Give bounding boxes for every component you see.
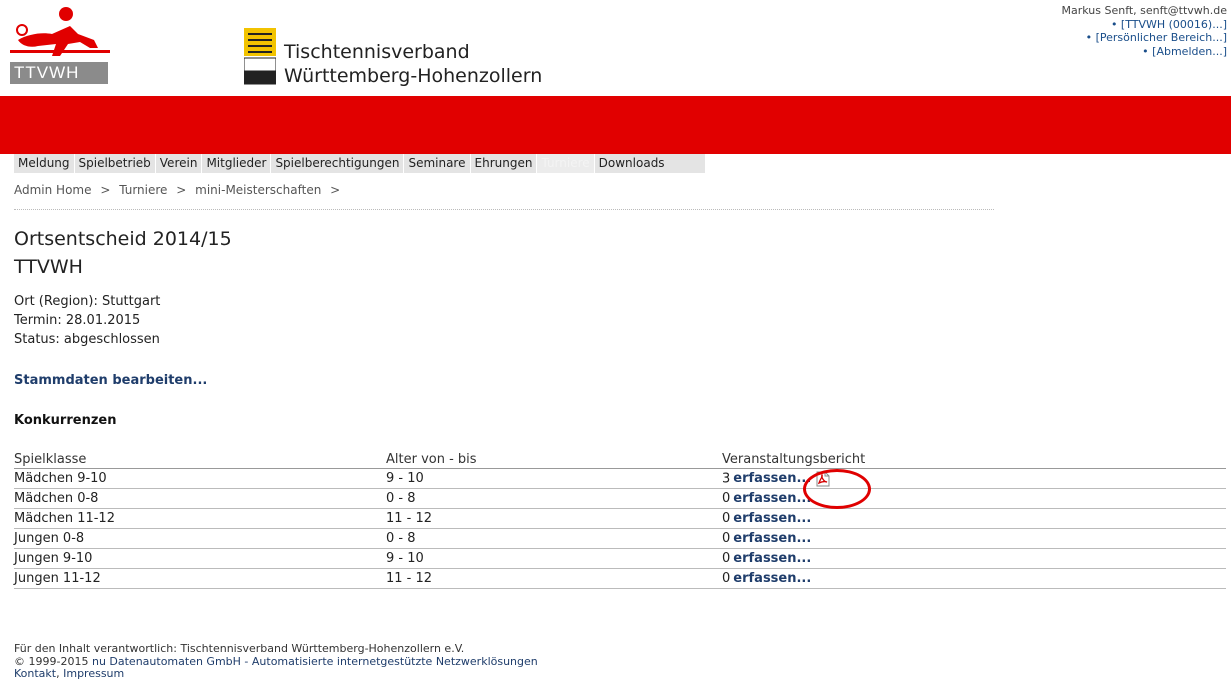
report-count: 0 xyxy=(722,511,731,526)
edit-master-data-link[interactable]: Stammdaten bearbeiten... xyxy=(14,373,207,388)
erfassen-link[interactable]: erfassen... xyxy=(733,511,811,526)
nav-item-verein[interactable]: Verein xyxy=(156,154,203,173)
breadcrumb: Admin Home > Turniere > mini-Meisterscha… xyxy=(14,183,345,197)
cell-spielklasse: Mädchen 9-10 xyxy=(14,468,386,489)
table-row: Jungen 0-8 0 - 8 0 erfassen... xyxy=(14,528,1226,549)
kontakt-link[interactable]: Kontakt xyxy=(14,667,56,680)
highlight-circle xyxy=(803,469,871,509)
table-row: Mädchen 0-8 0 - 8 0 erfassen... xyxy=(14,488,1226,509)
cell-bericht: 0 erfassen... xyxy=(722,528,1226,549)
erfassen-link[interactable]: erfassen... xyxy=(733,471,811,486)
cell-alter: 0 - 8 xyxy=(386,488,722,509)
column-header-alter: Alter von - bis xyxy=(386,450,722,469)
nav-item-spielberechtigungen[interactable]: Spielberechtigungen xyxy=(271,154,405,173)
cell-bericht: 0 erfassen... xyxy=(722,548,1226,569)
federation-line2: Württemberg-Hohenzollern xyxy=(284,65,543,87)
erfassen-link[interactable]: erfassen... xyxy=(733,491,811,506)
coat-of-arms-icon xyxy=(243,28,277,86)
breadcrumb-mini-meisterschaften[interactable]: mini-Meisterschaften xyxy=(195,183,321,197)
page-header: TTVWH Tischtennisverband Württemberg-Hoh… xyxy=(0,0,1231,96)
nav-item-turniere[interactable]: Turniere xyxy=(537,154,595,173)
org-link[interactable]: • [TTVWH (00016)...] xyxy=(1061,18,1227,32)
status-info: Status: abgeschlossen xyxy=(14,332,160,347)
footer: Für den Inhalt verantwortlich: Tischtenn… xyxy=(14,642,538,681)
table-row: Mädchen 9-10 9 - 10 3 erfassen... xyxy=(14,468,1226,489)
cell-alter: 11 - 12 xyxy=(386,508,722,529)
cell-spielklasse: Mädchen 11-12 xyxy=(14,508,386,529)
cell-bericht: 0 erfassen... xyxy=(722,488,1226,509)
breadcrumb-separator: > xyxy=(330,183,341,197)
user-box: Markus Senft, senft@ttvwh.de • [TTVWH (0… xyxy=(1061,4,1227,58)
column-header-spielklasse: Spielklasse xyxy=(14,450,386,469)
divider xyxy=(14,209,994,210)
cell-alter: 11 - 12 xyxy=(386,568,722,589)
nav-item-meldung[interactable]: Meldung xyxy=(14,154,75,173)
breadcrumb-separator: > xyxy=(176,183,187,197)
page-subtitle: TTVWH xyxy=(14,256,83,278)
cell-bericht: 0 erfassen... xyxy=(722,508,1226,529)
table-row: Jungen 11-12 11 - 12 0 erfassen... xyxy=(14,568,1226,589)
cell-spielklasse: Jungen 9-10 xyxy=(14,548,386,569)
report-count: 0 xyxy=(722,571,731,586)
erfassen-link[interactable]: erfassen... xyxy=(733,571,811,586)
cell-spielklasse: Jungen 11-12 xyxy=(14,568,386,589)
breadcrumb-turniere[interactable]: Turniere xyxy=(119,183,167,197)
logo-text: TTVWH xyxy=(10,62,108,84)
table-row: Jungen 9-10 9 - 10 0 erfassen... xyxy=(14,548,1226,569)
page-title: Ortsentscheid 2014/15 xyxy=(14,228,232,250)
federation-name: Tischtennisverband Württemberg-Hohenzoll… xyxy=(284,40,542,88)
cell-bericht: 3 erfassen... xyxy=(722,468,1226,489)
user-info: Markus Senft, senft@ttvwh.de xyxy=(1061,4,1227,17)
erfassen-link[interactable]: erfassen... xyxy=(733,531,811,546)
section-title: Konkurrenzen xyxy=(14,413,117,428)
table-row: Mädchen 11-12 11 - 12 0 erfassen... xyxy=(14,508,1226,529)
footer-links: Kontakt, Impressum xyxy=(14,667,538,681)
report-count: 0 xyxy=(722,551,731,566)
report-count: 0 xyxy=(722,491,731,506)
table-header-row: Spielklasse Alter von - bis Veranstaltun… xyxy=(14,450,1226,469)
cell-alter: 9 - 10 xyxy=(386,468,722,489)
nav-item-ehrungen[interactable]: Ehrungen xyxy=(471,154,538,173)
main-nav: Meldung Spielbetrieb Verein Mitglieder S… xyxy=(14,154,705,173)
nu-datenautomaten-link[interactable]: nu Datenautomaten GmbH - Automatisierte … xyxy=(92,655,538,668)
cell-alter: 0 - 8 xyxy=(386,528,722,549)
cell-spielklasse: Mädchen 0-8 xyxy=(14,488,386,509)
termin-info: Termin: 28.01.2015 xyxy=(14,313,141,328)
report-count: 0 xyxy=(722,531,731,546)
erfassen-link[interactable]: erfassen... xyxy=(733,551,811,566)
nav-item-downloads[interactable]: Downloads xyxy=(595,154,705,173)
logout-link[interactable]: • [Abmelden...] xyxy=(1061,45,1227,59)
impressum-link[interactable]: Impressum xyxy=(63,667,124,680)
header-banner xyxy=(0,96,1231,154)
nav-item-seminare[interactable]: Seminare xyxy=(404,154,471,173)
federation-line1: Tischtennisverband xyxy=(284,41,470,63)
copyright-years: © 1999-2015 xyxy=(14,654,89,668)
column-header-bericht: Veranstaltungsbericht xyxy=(722,450,1226,469)
personal-area-link[interactable]: • [Persönlicher Bereich...] xyxy=(1061,31,1227,45)
nav-item-mitglieder[interactable]: Mitglieder xyxy=(202,154,272,173)
competitions-table: Spielklasse Alter von - bis Veranstaltun… xyxy=(14,450,1226,589)
report-count: 3 xyxy=(722,471,731,486)
cell-spielklasse: Jungen 0-8 xyxy=(14,528,386,549)
ttvwh-logo-icon[interactable]: TTVWH xyxy=(8,4,112,84)
cell-alter: 9 - 10 xyxy=(386,548,722,569)
breadcrumb-separator: > xyxy=(100,183,111,197)
breadcrumb-admin-home[interactable]: Admin Home xyxy=(14,183,92,197)
nav-item-spielbetrieb[interactable]: Spielbetrieb xyxy=(75,154,156,173)
cell-bericht: 0 erfassen... xyxy=(722,568,1226,589)
ort-info: Ort (Region): Stuttgart xyxy=(14,294,161,309)
